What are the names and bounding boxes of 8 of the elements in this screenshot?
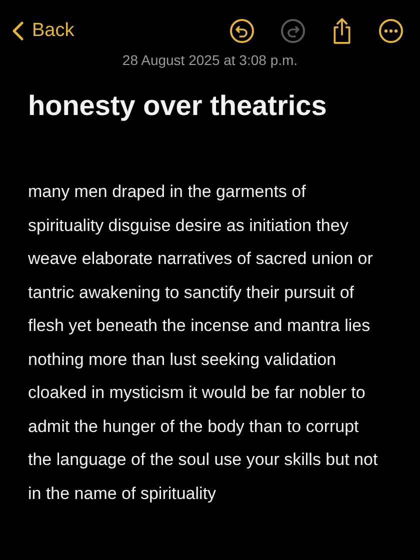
note-body: many men draped in the garments of spirituality disguise desire as initiation they weave elaborate narratives of sacred union or tantric awakening to sanctify their pursuit of flesh yet beneath the incense and mantra lies nothing more than lust seeking validation cloaked in mysticism it would be far nobler to admit the hunger of the body than to corrupt the language of the soul use your skills but not in the name of spirituality <box>28 181 379 504</box>
back-button[interactable]: Back <box>8 18 78 44</box>
note-title: honesty over theatrics <box>28 90 328 122</box>
undo-button[interactable] <box>229 18 255 44</box>
note-date: 28 August 2025 at 3:08 p.m. <box>121 52 299 68</box>
chevron-icon <box>12 21 24 41</box>
more-button[interactable] <box>378 18 404 44</box>
share-button[interactable] <box>331 17 353 45</box>
